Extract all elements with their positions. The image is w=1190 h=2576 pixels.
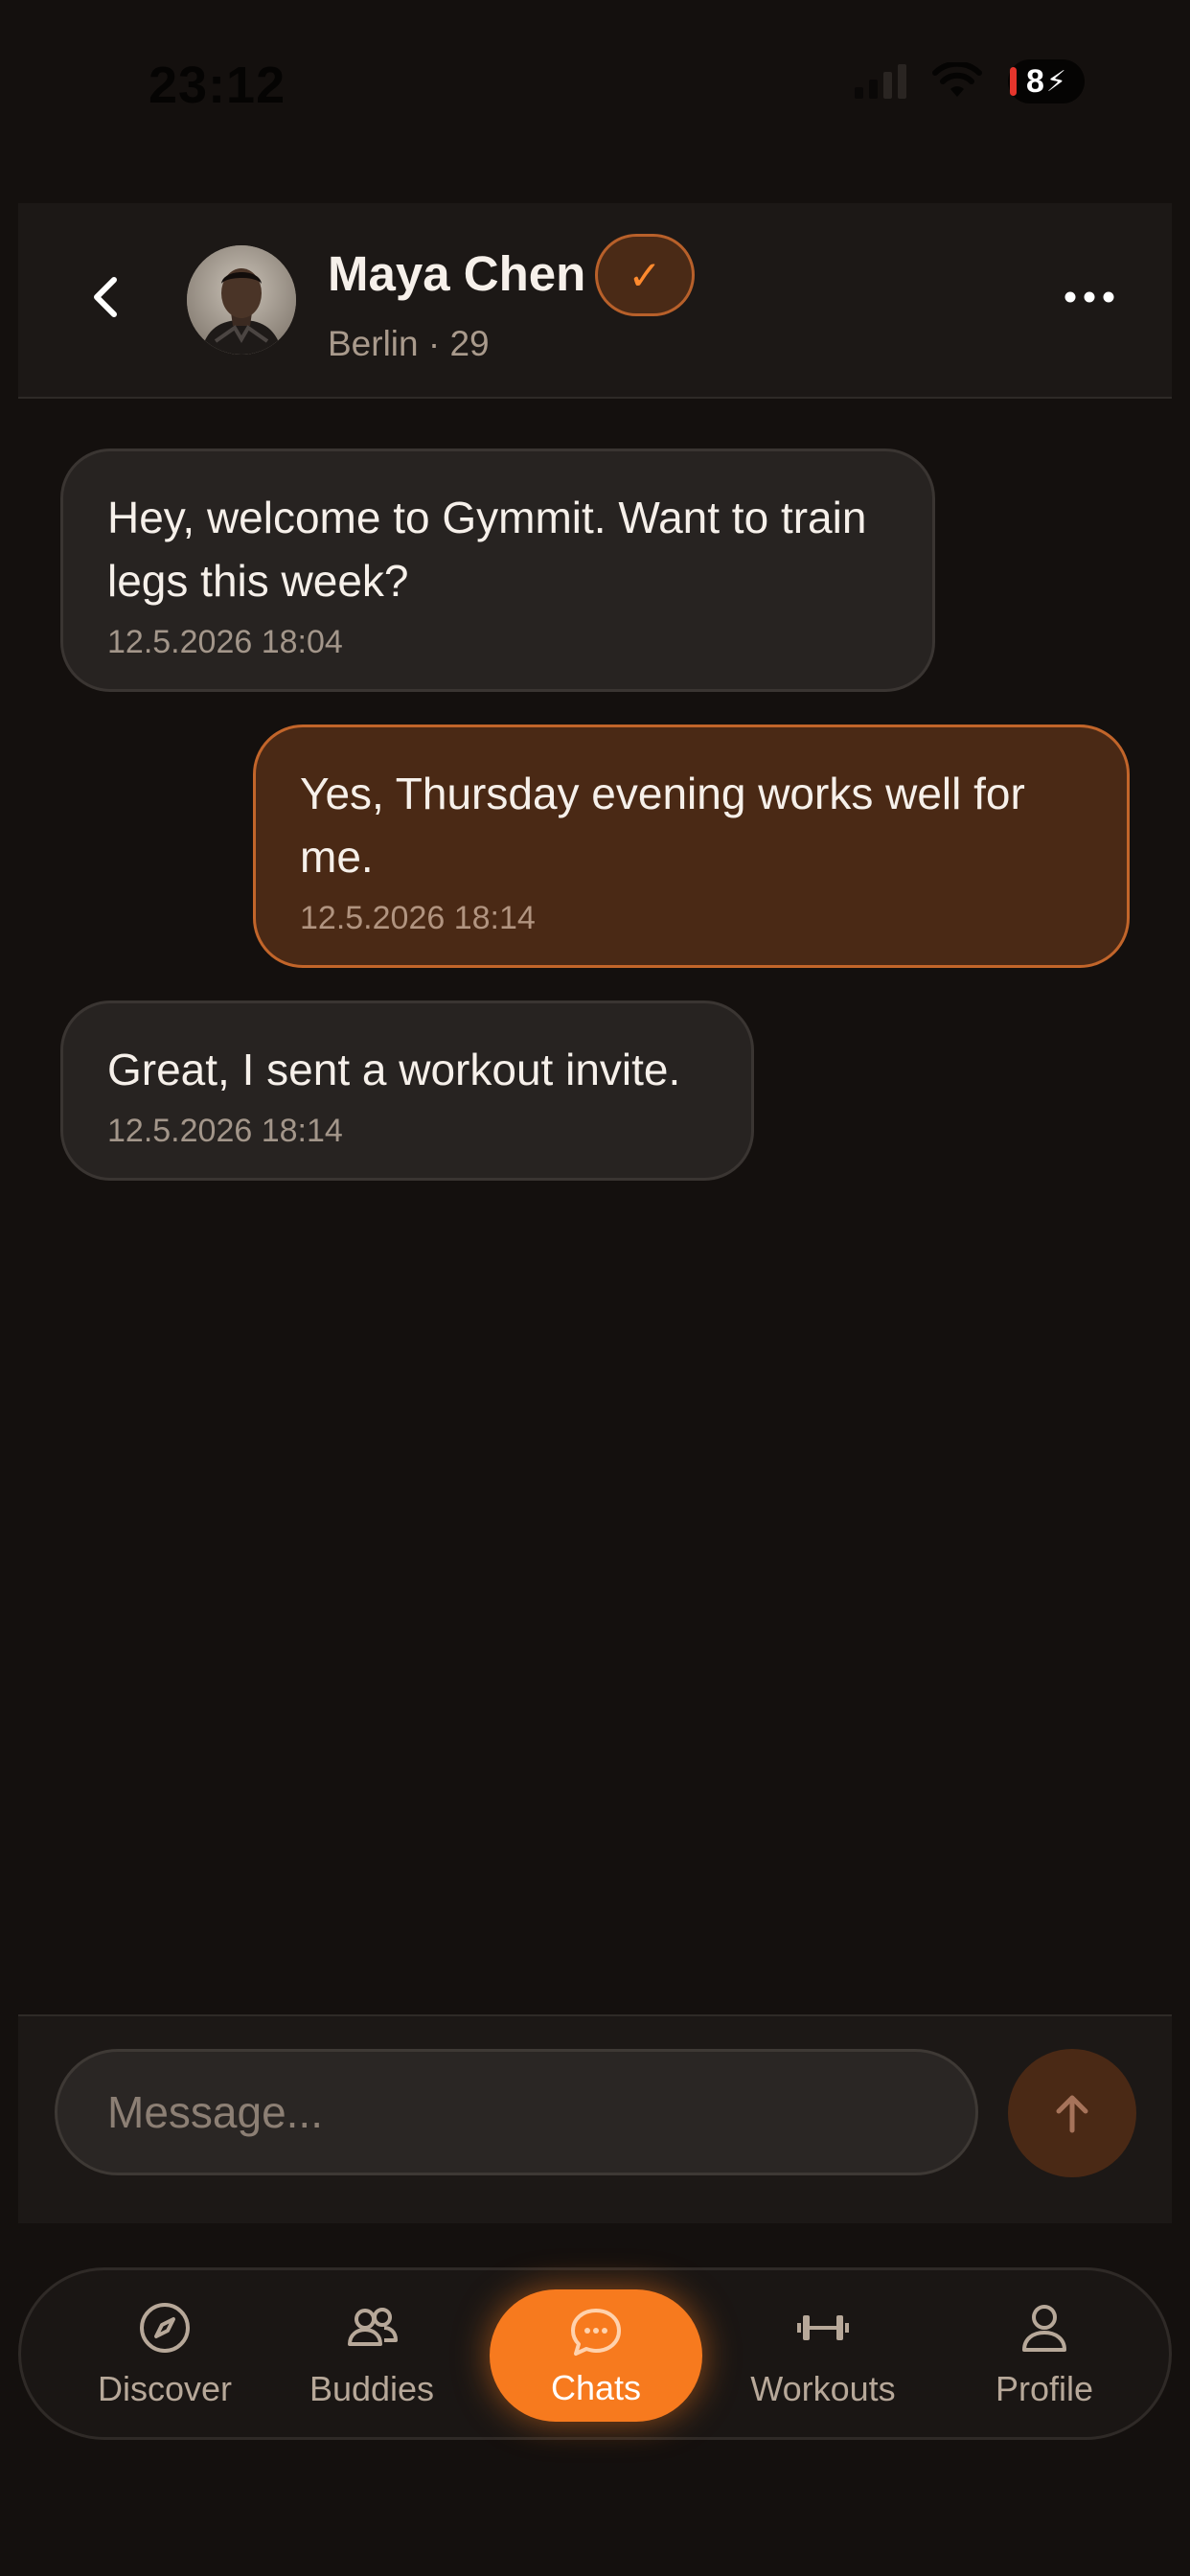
contact-avatar[interactable] (187, 245, 296, 355)
nav-item-discover[interactable]: Discover (69, 2270, 261, 2437)
nav-label: Discover (97, 2369, 233, 2408)
checkmark-icon: ✓ (628, 252, 662, 298)
back-arrow-icon[interactable] (78, 268, 135, 326)
battery-level: 8 (1026, 62, 1044, 100)
status-bar: 23:12 8 ⚡ (0, 0, 1190, 172)
status-indicators: 8 ⚡ (855, 59, 1085, 104)
send-button[interactable] (1008, 2049, 1136, 2177)
battery-indicator: 8 ⚡ (1008, 59, 1085, 104)
nav-label: Workouts (750, 2369, 896, 2408)
nav-label: Profile (995, 2369, 1094, 2408)
cellular-signal-icon (855, 64, 906, 99)
message-text: Great, I sent a workout invite. (107, 1045, 681, 1094)
contact-location-age: Berlin · 29 (328, 324, 490, 363)
nav-item-buddies[interactable]: Buddies (276, 2270, 468, 2437)
chat-bubble-icon (571, 2309, 621, 2356)
more-options-icon[interactable] (1061, 278, 1118, 316)
chat-screen: 23:12 8 ⚡ Maya Chen ✓ Berlin · 29 Hey, w… (0, 0, 1190, 2576)
contact-name: Maya Chen (328, 246, 586, 301)
users-icon (348, 2308, 398, 2346)
message-timestamp: 12.5.2026 18:04 (107, 624, 343, 660)
charging-bolt-icon: ⚡ (1045, 65, 1066, 98)
chat-header: Maya Chen ✓ Berlin · 29 (18, 203, 1172, 399)
message-list: Hey, welcome to Gymmit. Want to train le… (0, 399, 1190, 2014)
message-bubble-incoming[interactable]: Hey, welcome to Gymmit. Want to train le… (60, 448, 935, 692)
compass-icon (140, 2303, 190, 2353)
nav-label: Chats (550, 2368, 642, 2407)
message-input[interactable] (55, 2049, 978, 2175)
nav-item-chats[interactable]: Chats (490, 2289, 702, 2422)
person-icon (1022, 2305, 1066, 2352)
message-text: Yes, Thursday evening works well for me. (300, 769, 1025, 882)
message-bubble-incoming[interactable]: Great, I sent a workout invite. 12.5.202… (60, 1000, 754, 1181)
message-timestamp: 12.5.2026 18:14 (300, 900, 536, 936)
nav-item-workouts[interactable]: Workouts (727, 2270, 919, 2437)
nav-item-profile[interactable]: Profile (949, 2270, 1140, 2437)
status-time: 23:12 (149, 57, 286, 114)
bottom-navigation: Discover Buddies Chats Workouts Profile (18, 2267, 1172, 2440)
message-text: Hey, welcome to Gymmit. Want to train le… (107, 493, 867, 606)
message-composer (18, 2014, 1172, 2223)
dumbbell-icon (797, 2315, 849, 2340)
nav-label: Buddies (309, 2369, 435, 2408)
verified-badge: ✓ (595, 234, 695, 316)
wifi-icon (932, 62, 982, 97)
arrow-up-icon (1056, 2095, 1088, 2133)
message-bubble-outgoing[interactable]: Yes, Thursday evening works well for me.… (253, 724, 1130, 968)
message-timestamp: 12.5.2026 18:14 (107, 1113, 343, 1149)
